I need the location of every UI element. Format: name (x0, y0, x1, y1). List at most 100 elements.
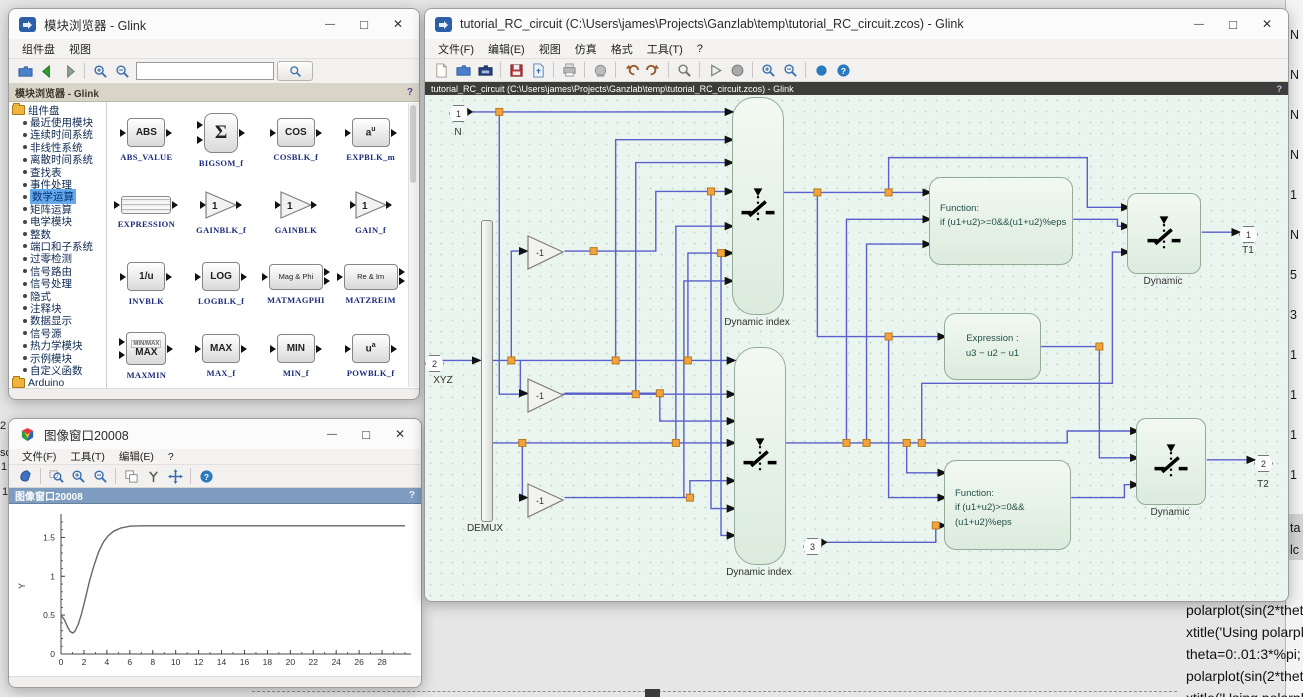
plot-area[interactable]: 024681012141618202224262800.511.5Y (9, 504, 421, 676)
ged-icon[interactable] (121, 467, 141, 485)
search-input[interactable] (136, 62, 274, 80)
palette-block-LOGBLK_f[interactable]: LOGLOGBLK_f (184, 248, 259, 320)
menu-item-plot[interactable]: 工具(T) (63, 449, 111, 464)
palette-block-MATMAGPHI[interactable]: Mag & PhiMATMAGPHI (259, 248, 334, 320)
menu-item-diagram[interactable]: 编辑(E) (481, 41, 532, 57)
menu-item-diagram[interactable]: 工具(T) (640, 41, 690, 57)
datatip-icon[interactable] (143, 467, 163, 485)
function-block[interactable]: Function: if (u1+u2)>=0&&(u1+u2)%eps (944, 460, 1071, 550)
diagram-titlebar[interactable]: tutorial_RC_circuit (C:\Users\james\Proj… (425, 9, 1288, 39)
palette-block-EXPRESSION[interactable]: EXPRESSION (109, 176, 184, 248)
background-cell-fragment: 1 (1290, 468, 1297, 482)
tree-item[interactable]: 自定义函数 (30, 363, 83, 378)
save-icon[interactable] (475, 61, 495, 79)
tab-help-button[interactable]: ? (1277, 84, 1283, 94)
menu-item-plot[interactable]: 文件(F) (15, 449, 63, 464)
close-button[interactable] (381, 9, 415, 39)
graphic-window-titlebar[interactable]: 图像窗口20008 (9, 419, 421, 449)
delete-icon[interactable] (590, 61, 610, 79)
pan-icon[interactable] (165, 467, 185, 485)
zoom-in-icon[interactable] (68, 467, 88, 485)
menu-item-diagram[interactable]: 文件(F) (431, 41, 481, 57)
help-icon[interactable]: ? (833, 61, 853, 79)
close-button[interactable] (383, 419, 417, 449)
help-icon[interactable]: ? (196, 467, 216, 485)
search-button[interactable] (277, 61, 313, 81)
palette-block-POWBLK_f[interactable]: uaPOWBLK_f (333, 320, 408, 388)
stop-simulation-icon[interactable] (727, 61, 747, 79)
export-icon[interactable] (528, 61, 548, 79)
dynamic-index-block[interactable] (734, 347, 786, 565)
palette-scrollbar-thumb[interactable] (410, 105, 416, 183)
redo-icon[interactable] (643, 61, 663, 79)
menu-item-diagram[interactable]: 视图 (532, 41, 568, 57)
bullet-icon (23, 170, 27, 174)
menu-item-diagram[interactable]: ? (690, 43, 710, 55)
zoom-window-icon[interactable] (46, 467, 66, 485)
zoom-tool-icon[interactable] (674, 61, 694, 79)
expression-block[interactable]: Expression : u3 − u2 − u1 (944, 313, 1041, 380)
zoom-out-icon[interactable] (780, 61, 800, 79)
panel-help-button[interactable]: ? (409, 490, 415, 501)
close-button[interactable] (1250, 9, 1284, 39)
menu-item-module[interactable]: 组件盘 (15, 41, 62, 57)
open-palette-icon[interactable] (15, 62, 35, 80)
save-as-icon[interactable] (506, 61, 526, 79)
back-arrow-icon[interactable] (37, 62, 57, 80)
palette-block-MIN_f[interactable]: MINMIN_f (259, 320, 334, 388)
palette-block-MATZREIM[interactable]: Re & ImMATZREIM (333, 248, 408, 320)
panel-help-button[interactable]: ? (407, 87, 413, 98)
gain-block[interactable]: -1 (527, 378, 565, 418)
menu-item-module[interactable]: 视图 (62, 41, 98, 57)
demux-label: DEMUX (453, 523, 517, 534)
palette-block-GAIN_f[interactable]: 1GAIN_f (333, 176, 408, 248)
menu-item-diagram[interactable]: 仿真 (568, 41, 604, 57)
zoom-in-icon[interactable] (758, 61, 778, 79)
undo-icon[interactable] (621, 61, 641, 79)
palette-block-INVBLK[interactable]: 1/uINVBLK (109, 248, 184, 320)
minimize-button[interactable] (313, 9, 347, 39)
zoom-out-icon[interactable] (112, 62, 132, 80)
maximize-button[interactable] (1216, 9, 1250, 39)
new-file-icon[interactable] (431, 61, 451, 79)
rotate-icon[interactable] (15, 467, 35, 485)
function-block[interactable]: Function: if (u1+u2)>=0&&(u1+u2)%eps (929, 177, 1073, 265)
maximize-button[interactable] (349, 419, 383, 449)
menu-item-plot[interactable]: ? (161, 451, 181, 463)
palette-block-BIGSOM_f[interactable]: ΣBIGSOM_f (184, 104, 259, 176)
dynamic-block[interactable] (1136, 418, 1206, 505)
minimize-button[interactable] (315, 419, 349, 449)
palette-block-label: POWBLK_f (347, 368, 395, 378)
dynamic-block[interactable] (1127, 193, 1201, 274)
gain-block[interactable]: -1 (527, 235, 565, 275)
menu-item-plot[interactable]: 编辑(E) (112, 449, 161, 464)
gain-block[interactable]: -1 (527, 483, 565, 523)
minimize-button[interactable] (1182, 9, 1216, 39)
palette-block-MAX_f[interactable]: MAXMAX_f (184, 320, 259, 388)
palette-block-ABS_VALUE[interactable]: ABSABS_VALUE (109, 104, 184, 176)
palette-block-GAINBLK_f[interactable]: 1GAINBLK_f (184, 176, 259, 248)
palette-block-GAINBLK[interactable]: 1GAINBLK (259, 176, 334, 248)
module-browser-titlebar[interactable]: 模块浏览器 - Glink (9, 9, 419, 39)
diagram-tab[interactable]: tutorial_RC_circuit (C:\Users\james\Proj… (425, 82, 1288, 95)
diagram-canvas[interactable]: 1 N 2 XYZ 3 1 T1 2 T2 DEMUX -1 -1 -1 Dyn… (425, 95, 1288, 601)
palette-block-MAXMIN[interactable]: MIN/MAXMAXMAXMIN (109, 320, 184, 388)
open-file-icon[interactable] (453, 61, 473, 79)
menu-item-diagram[interactable]: 格式 (604, 41, 640, 57)
print-icon[interactable] (559, 61, 579, 79)
maximize-button[interactable] (347, 9, 381, 39)
tree-item[interactable]: Arduino (28, 377, 64, 388)
demux-block[interactable] (481, 220, 493, 522)
zoom-in-icon[interactable] (90, 62, 110, 80)
palette-block-EXPBLK_m[interactable]: auEXPBLK_m (333, 104, 408, 176)
zoom-out-icon[interactable] (90, 467, 110, 485)
svg-text:14: 14 (217, 657, 227, 667)
start-simulation-icon[interactable] (705, 61, 725, 79)
console-line: xtitle('Using polarplc (1186, 690, 1303, 697)
dynamic-index-block[interactable] (732, 97, 784, 315)
palette-block-COSBLK_f[interactable]: COSCOSBLK_f (259, 104, 334, 176)
bullet-icon (23, 183, 27, 187)
forward-arrow-icon[interactable] (59, 62, 79, 80)
palette-scrollbar[interactable] (408, 103, 418, 387)
details-icon[interactable] (811, 61, 831, 79)
